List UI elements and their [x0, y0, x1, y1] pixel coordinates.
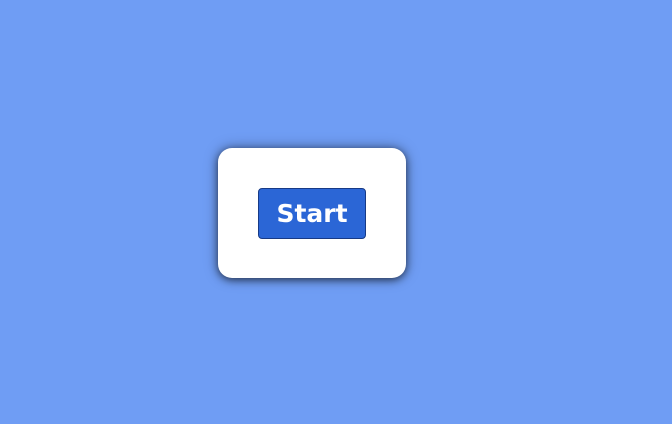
- start-button[interactable]: Start: [258, 188, 366, 239]
- app-background: Start: [0, 0, 672, 424]
- start-dialog-card: Start: [218, 148, 406, 278]
